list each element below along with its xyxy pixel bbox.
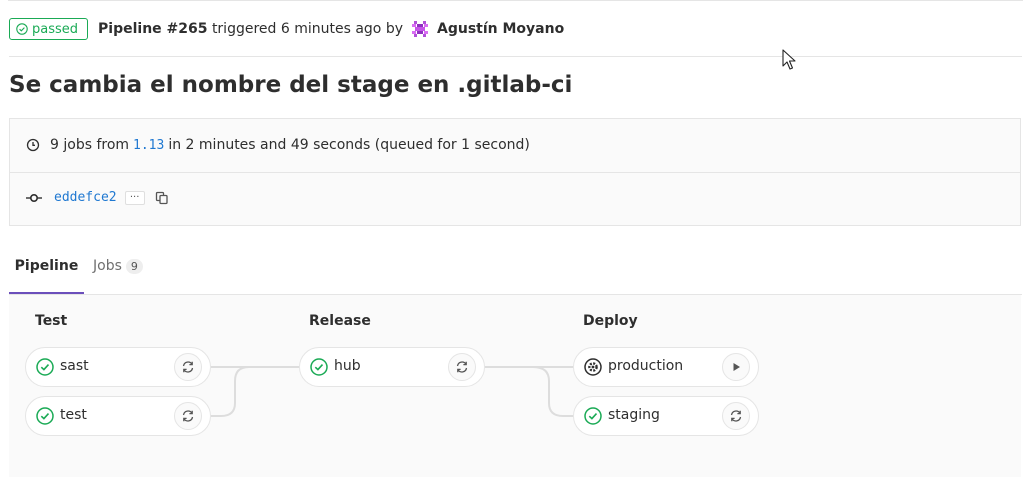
retry-icon	[182, 361, 194, 373]
job-name: sast	[60, 358, 89, 374]
job-name: staging	[608, 407, 660, 423]
jobs-count-badge: 9	[125, 259, 143, 274]
job-name: production	[608, 358, 684, 374]
duration-text: in 2 minutes and 49 seconds (queued for …	[168, 137, 530, 153]
pipeline-info-box: 9 jobs from 1.13 in 2 minutes and 49 sec…	[9, 118, 1021, 226]
stage-title-release: Release	[309, 313, 371, 329]
job-name: test	[60, 407, 87, 423]
stage-title-deploy: Deploy	[583, 313, 638, 329]
retry-icon	[730, 410, 742, 422]
mouse-cursor-icon	[782, 49, 796, 70]
retry-button[interactable]	[174, 402, 202, 430]
commit-row: eddefce2 ···	[26, 190, 169, 205]
retry-button[interactable]	[174, 353, 202, 381]
avatar[interactable]	[411, 20, 429, 38]
tab-jobs[interactable]: Jobs 9	[93, 258, 143, 294]
pipeline-graph: Test sast test Release hub Deploy produc…	[9, 295, 1021, 477]
play-button[interactable]	[722, 353, 750, 381]
play-icon	[733, 363, 740, 371]
info-divider	[10, 172, 1020, 173]
success-status-icon	[584, 407, 602, 425]
success-status-icon	[36, 407, 54, 425]
triggered-text: triggered 6 minutes ago by	[211, 21, 403, 37]
job-sast[interactable]: sast	[25, 347, 211, 387]
page-title: Se cambia el nombre del stage en .gitlab…	[9, 72, 573, 98]
retry-button[interactable]	[722, 402, 750, 430]
status-badge[interactable]: passed	[9, 18, 89, 40]
author-name[interactable]: Agustín Moyano	[437, 21, 564, 37]
retry-button[interactable]	[448, 353, 476, 381]
job-staging[interactable]: staging	[573, 396, 759, 436]
success-status-icon	[310, 358, 328, 376]
tab-jobs-label: Jobs	[93, 258, 122, 274]
commit-sha-link[interactable]: eddefce2	[54, 190, 117, 205]
expand-commit-button[interactable]: ···	[124, 190, 145, 205]
stage-title-test: Test	[35, 313, 68, 329]
retry-icon	[182, 410, 194, 422]
job-production[interactable]: production	[573, 347, 759, 387]
copy-sha-button[interactable]	[155, 191, 169, 205]
job-hub[interactable]: hub	[299, 347, 485, 387]
commit-icon	[26, 193, 42, 202]
job-name: hub	[334, 358, 361, 374]
tab-pipeline[interactable]: Pipeline	[9, 258, 84, 294]
pipeline-tabs: Pipeline Jobs 9	[9, 246, 1022, 295]
pipeline-header: passed Pipeline #265 triggered 6 minutes…	[9, 17, 564, 41]
clock-icon	[26, 138, 40, 152]
jobs-summary: 9 jobs from 1.13 in 2 minutes and 49 sec…	[26, 137, 530, 153]
status-badge-label: passed	[32, 21, 79, 37]
header-divider	[9, 56, 1022, 57]
retry-icon	[456, 361, 468, 373]
jobs-summary-prefix: 9 jobs from	[50, 137, 130, 153]
job-test[interactable]: test	[25, 396, 211, 436]
ref-link[interactable]: 1.13	[133, 138, 164, 153]
pipeline-id: Pipeline #265	[98, 21, 208, 37]
manual-gear-icon	[584, 358, 602, 376]
copy-icon	[155, 191, 168, 204]
success-status-icon	[36, 358, 54, 376]
check-circle-icon	[16, 23, 28, 35]
top-divider	[8, 0, 1023, 1]
